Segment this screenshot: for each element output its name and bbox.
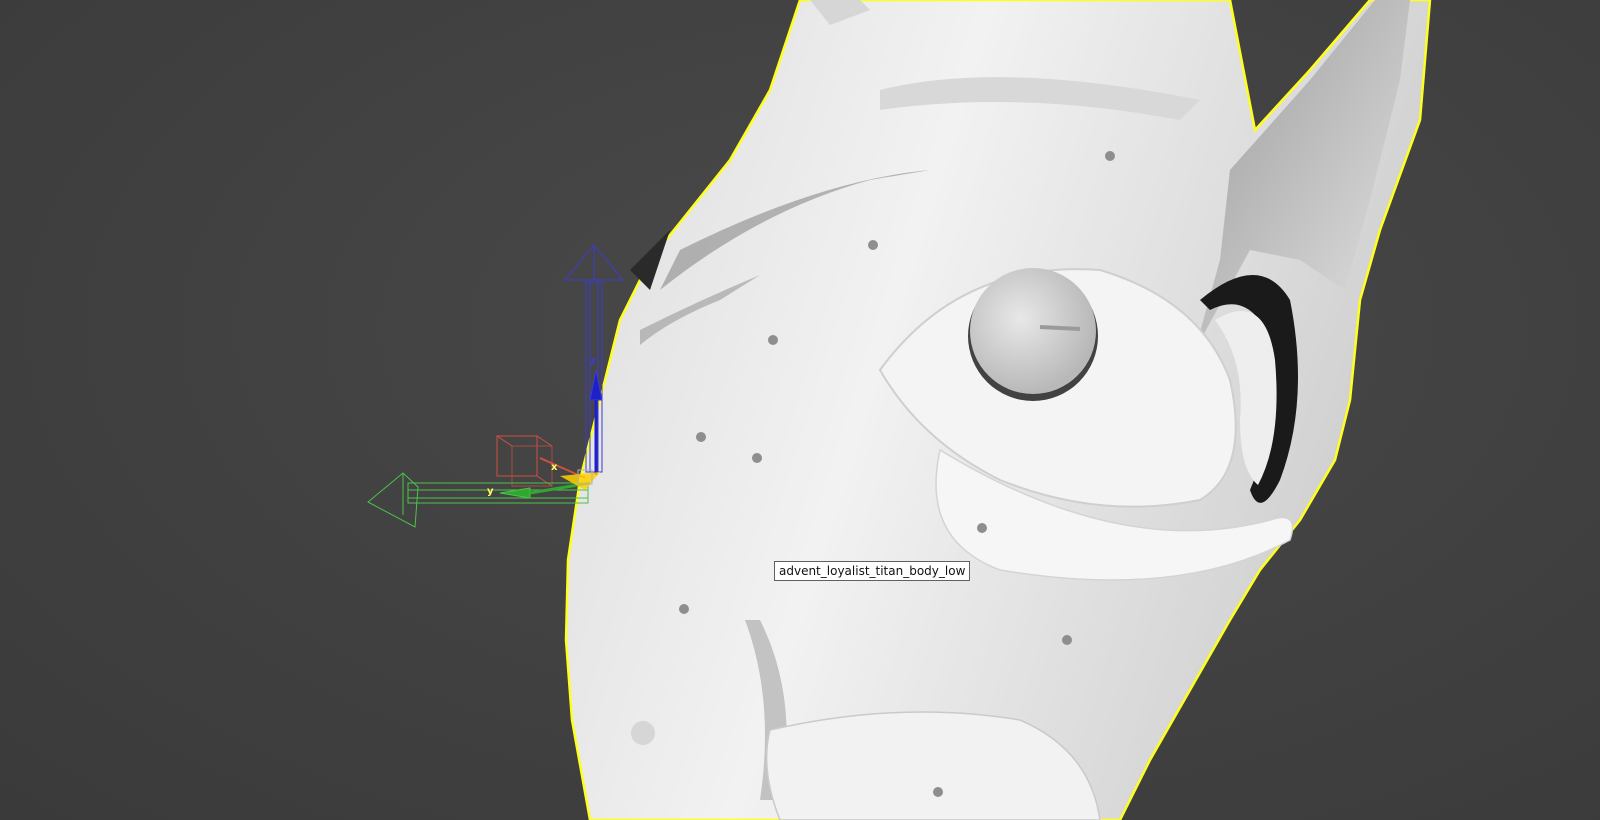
3d-viewport[interactable]: z x y advent_loyalist_titan_body_low xyxy=(0,0,1600,820)
gizmo-x-label: x xyxy=(551,462,558,473)
gizmo-y-axis[interactable] xyxy=(367,472,591,528)
transform-gizmo[interactable]: z x y xyxy=(367,244,625,528)
mesh-body[interactable] xyxy=(564,0,1432,820)
object-name-tooltip: advent_loyalist_titan_body_low xyxy=(774,561,971,581)
gizmo-z-label: z xyxy=(590,356,596,367)
scene-canvas[interactable]: z x y xyxy=(0,0,1600,820)
gizmo-y-label: y xyxy=(487,486,494,497)
